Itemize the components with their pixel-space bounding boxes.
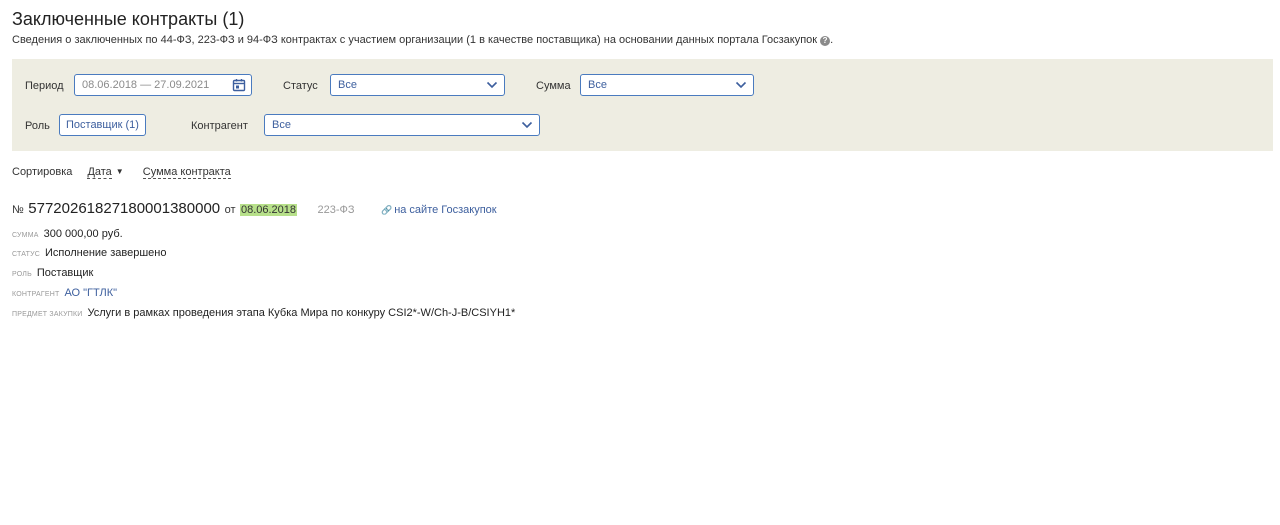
contract-sum-row: сумма 300 000,00 руб. [12, 224, 123, 242]
chevron-down-icon [735, 81, 747, 89]
sum-field-label: сумма [12, 232, 39, 239]
chevron-down-icon [521, 121, 533, 129]
period-input[interactable]: 08.06.2018 — 27.09.2021 [74, 74, 252, 96]
contract-counterparty-row: контрагент АО "ГТЛК" [12, 283, 117, 301]
sort-by-sum[interactable]: Сумма контракта [142, 166, 231, 179]
contract-subject-row: предмет закупки Услуги в рамках проведени… [12, 303, 515, 321]
counterparty-field-label: контрагент [12, 291, 60, 298]
contract-role-row: роль Поставщик [12, 263, 93, 281]
sort-by-date[interactable]: Дата ▼ [87, 166, 124, 179]
from-label: от [224, 204, 236, 216]
site-link-label[interactable]: на сайте Госзакупок [394, 204, 496, 216]
page-title: Заключенные контракты (1) [12, 9, 245, 29]
contract-status-row: статус Исполнение завершено [12, 243, 166, 261]
contract-number[interactable]: 57720261827180001380000 [28, 200, 220, 217]
sum-value: Все [588, 79, 607, 91]
sort-by-date-label[interactable]: Дата [87, 166, 112, 179]
contract-header: № 57720261827180001380000 от 08.06.2018 … [12, 200, 497, 218]
role-label: Роль [25, 120, 50, 132]
status-field-label: статус [12, 251, 40, 258]
counterparty-label: Контрагент [191, 120, 248, 132]
link-icon: 🔗 [380, 205, 393, 215]
status-field-value: Исполнение завершено [44, 247, 167, 259]
sort-label: Сортировка [12, 166, 73, 178]
chevron-down-icon [486, 81, 498, 89]
counterparty-field-value[interactable]: АО "ГТЛК" [64, 287, 117, 299]
zakupki-site-link[interactable]: 🔗 на сайте Госзакупок [381, 204, 497, 216]
status-value: Все [338, 79, 357, 91]
subject-field-label: предмет закупки [12, 311, 83, 318]
status-select[interactable]: Все [330, 74, 505, 96]
sort-row: Сортировка Дата ▼ Сумма контракта [12, 166, 231, 179]
contract-date: 08.06.2018 [239, 204, 298, 216]
filter-panel: Период 08.06.2018 — 27.09.2021 Статус Вс… [12, 59, 1273, 151]
period-label: Период [25, 80, 64, 92]
page-subtitle: Сведения о заключенных по 44-ФЗ, 223-ФЗ … [12, 34, 834, 46]
status-label: Статус [283, 80, 318, 92]
sum-label: Сумма [536, 80, 571, 92]
counterparty-value: Все [272, 119, 291, 131]
number-prefix: № [12, 204, 24, 216]
subtitle-text: Сведения о заключенных по 44-ФЗ, 223-ФЗ … [12, 34, 818, 46]
subject-field-value: Услуги в рамках проведения этапа Кубка М… [87, 307, 516, 319]
sort-desc-icon: ▼ [115, 167, 124, 176]
period-value: 08.06.2018 — 27.09.2021 [82, 79, 210, 91]
contract-law: 223-ФЗ [317, 204, 355, 216]
role-field-label: роль [12, 271, 32, 278]
calendar-icon[interactable] [232, 78, 246, 92]
sum-field-value: 300 000,00 руб. [43, 228, 123, 240]
question-circle-icon[interactable]: ? [820, 36, 831, 46]
role-chip[interactable]: Поставщик (1) [59, 114, 146, 136]
sum-select[interactable]: Все [580, 74, 754, 96]
role-field-value: Поставщик [36, 267, 94, 279]
counterparty-select[interactable]: Все [264, 114, 540, 136]
